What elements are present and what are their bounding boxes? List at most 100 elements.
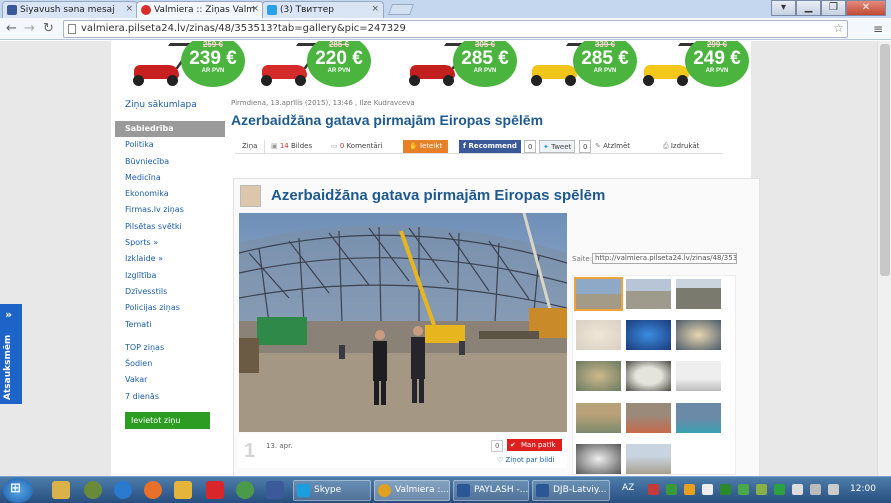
sidebar-item-izglitiba[interactable]: Izglītība bbox=[115, 268, 225, 284]
taskbar-task-word-1[interactable]: PAYLASH -... bbox=[453, 480, 529, 501]
feedback-side-tab[interactable]: » Atsauksmēm bbox=[0, 304, 22, 404]
taskbar-task-skype[interactable]: Skype bbox=[293, 480, 371, 501]
tray-icon[interactable] bbox=[648, 484, 659, 495]
thumbnail[interactable] bbox=[676, 403, 721, 433]
app-icon[interactable] bbox=[84, 481, 102, 499]
sidebar-item-medicina[interactable]: Medicīna bbox=[115, 170, 225, 186]
print-link[interactable]: ⎙ Izdrukāt bbox=[663, 140, 699, 153]
like-button[interactable]: ✔ Man patīk bbox=[507, 439, 562, 451]
thumbnail[interactable] bbox=[576, 361, 621, 391]
thumbnail[interactable] bbox=[626, 279, 671, 309]
thumbnail[interactable] bbox=[626, 444, 671, 474]
yandex-icon[interactable] bbox=[206, 481, 224, 499]
network-icon[interactable] bbox=[810, 484, 821, 495]
scrollbar-thumb[interactable] bbox=[880, 44, 890, 276]
explorer-icon[interactable] bbox=[52, 481, 70, 499]
tray-icon[interactable] bbox=[738, 484, 749, 495]
thumbnail[interactable] bbox=[576, 444, 621, 474]
price-badge: 259 €239 € AR PVN bbox=[181, 41, 245, 87]
tweet-button[interactable]: ✦ Tweet bbox=[539, 140, 576, 153]
sidebar-item-ekonomika[interactable]: Ekonomika bbox=[115, 186, 225, 202]
mark-link[interactable]: ✎ Atzīmēt bbox=[595, 140, 630, 153]
app-icon[interactable] bbox=[236, 481, 254, 499]
user-icon[interactable]: ▾ bbox=[771, 0, 796, 16]
thumbnail[interactable] bbox=[626, 403, 671, 433]
reload-icon[interactable]: ↻ bbox=[43, 21, 54, 37]
taskbar-task-chrome[interactable]: Valmiera :... bbox=[374, 480, 450, 501]
start-button[interactable]: ⊞ bbox=[3, 478, 33, 503]
tab-close-icon[interactable]: × bbox=[125, 4, 133, 14]
app-icon[interactable] bbox=[266, 481, 284, 499]
sidebar-item-politika[interactable]: Politika bbox=[115, 137, 225, 153]
sidebar-item-izklaide[interactable]: Izklaide » bbox=[115, 251, 225, 267]
sidebar-home-link[interactable]: Ziņu sākumlapa bbox=[115, 97, 225, 113]
address-bar[interactable]: valmiera.pilseta24.lv/zinas/48/353513?ta… bbox=[63, 20, 848, 38]
tray-icon[interactable] bbox=[756, 484, 767, 495]
gallery-icon bbox=[240, 185, 261, 207]
tray-icon[interactable] bbox=[702, 484, 713, 495]
stadium-construction-photo bbox=[239, 213, 567, 432]
sidebar-item-temati[interactable]: Temati bbox=[115, 317, 225, 333]
tray-icon[interactable] bbox=[666, 484, 677, 495]
forward-icon[interactable]: → bbox=[24, 21, 35, 37]
sidebar-item-policijas-zinas[interactable]: Policijas ziņas bbox=[115, 300, 225, 316]
tab-close-icon[interactable]: × bbox=[371, 4, 379, 14]
page-scrollbar[interactable] bbox=[877, 41, 891, 476]
ieteikt-button[interactable]: ✋ Ieteikt bbox=[403, 140, 449, 153]
sidebar-item-top-zinas[interactable]: TOP ziņas bbox=[115, 340, 225, 356]
new-tab-button[interactable] bbox=[387, 4, 415, 15]
internet-explorer-icon[interactable] bbox=[114, 481, 132, 499]
menu-icon[interactable]: ≡ bbox=[873, 22, 883, 36]
tab-comments[interactable]: ▭ 0 Komentāri bbox=[331, 140, 383, 153]
tray-icon[interactable] bbox=[684, 484, 695, 495]
ad-banner[interactable]: 259 €239 € AR PVN 285 €220 € AR PVN 305 €2… bbox=[111, 41, 751, 90]
facebook-recommend-button[interactable]: f Recommend bbox=[459, 140, 521, 153]
sidebar-item-7-dienas[interactable]: 7 dienās bbox=[115, 389, 225, 405]
bookmark-star-icon[interactable]: ☆ bbox=[833, 21, 844, 35]
browser-tab-valmiera[interactable]: Valmiera :: Ziņas Valm × bbox=[136, 1, 264, 18]
maximize-button[interactable]: ❐ bbox=[821, 0, 846, 16]
gallery-title: Azerbaidžāna gatava pirmajām Eiropas spē… bbox=[271, 187, 606, 204]
tweet-count: 0 bbox=[579, 140, 592, 153]
tab-news[interactable]: Ziņa bbox=[235, 140, 266, 153]
taskbar-task-word-2[interactable]: DJB-Latviy... bbox=[532, 480, 610, 501]
app-icon[interactable] bbox=[174, 481, 192, 499]
main-photo[interactable] bbox=[239, 213, 567, 432]
sidebar-item-dzivesstils[interactable]: Dzīvesstils bbox=[115, 284, 225, 300]
sidebar-item-sodien[interactable]: Šodien bbox=[115, 356, 225, 372]
thumbnail[interactable] bbox=[676, 320, 721, 350]
sidebar-item-pilsetas-svetki[interactable]: Pilsētas svētki bbox=[115, 219, 225, 235]
minimize-button[interactable]: ▁ bbox=[796, 0, 821, 16]
browser-tab-facebook[interactable]: Siyavush səna mesaj × bbox=[2, 1, 138, 18]
thumbnail[interactable] bbox=[626, 320, 671, 350]
thumbnail[interactable] bbox=[576, 403, 621, 433]
thumbnail[interactable] bbox=[676, 279, 721, 309]
thumbnail[interactable] bbox=[626, 361, 671, 391]
thumbnail[interactable] bbox=[576, 320, 621, 350]
browser-tab-twitter[interactable]: (3) Твиттер × bbox=[262, 1, 384, 18]
sidebar-item-sabiedriba[interactable]: Sabiedrība bbox=[115, 121, 225, 138]
sidebar-item-sports[interactable]: Sports » bbox=[115, 235, 225, 251]
tab-photos[interactable]: ▣ 14 Bildes bbox=[271, 140, 312, 153]
url-text: valmiera.pilseta24.lv/zinas/48/353513?ta… bbox=[81, 23, 406, 34]
thumbnail[interactable] bbox=[676, 361, 721, 391]
sidebar-item-firmas[interactable]: Firmas.lv ziņas bbox=[115, 202, 225, 218]
flag-icon[interactable] bbox=[792, 484, 803, 495]
tray-icon[interactable] bbox=[774, 484, 785, 495]
submit-news-button[interactable]: Ievietot ziņu bbox=[125, 412, 210, 430]
taskbar-clock[interactable]: 12:00 bbox=[850, 484, 876, 494]
skype-icon bbox=[297, 484, 310, 497]
link-input[interactable]: http://valmiera.pilseta24.lv/zinas/48/35… bbox=[592, 253, 737, 264]
tray-icon[interactable] bbox=[720, 484, 731, 495]
sidebar-item-vakar[interactable]: Vakar bbox=[115, 372, 225, 388]
close-window-button[interactable]: ✕ bbox=[846, 0, 886, 16]
volume-icon[interactable] bbox=[828, 484, 839, 495]
back-icon[interactable]: ← bbox=[6, 21, 17, 37]
language-indicator[interactable]: AZ bbox=[622, 483, 634, 493]
firefox-icon[interactable] bbox=[144, 481, 162, 499]
sidebar-item-buvnieciba[interactable]: Būvniecība bbox=[115, 154, 225, 170]
thumbnail[interactable] bbox=[574, 277, 623, 311]
tab-close-icon[interactable]: × bbox=[251, 4, 259, 14]
browser-tab-strip: Siyavush səna mesaj × Valmiera :: Ziņas … bbox=[0, 0, 891, 18]
report-photo-link[interactable]: ♡ Ziņot par bildi bbox=[497, 456, 555, 464]
